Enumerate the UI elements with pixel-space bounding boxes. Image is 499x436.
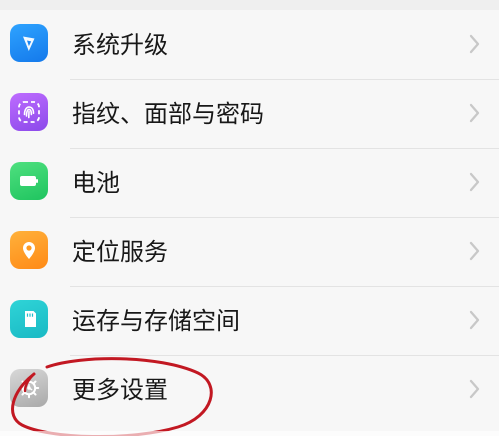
storage-label: 运存与存储空间 — [72, 307, 240, 335]
fingerprint-label: 指纹、面部与密码 — [72, 100, 264, 128]
settings-item-system-update[interactable]: 系统升级 — [0, 10, 499, 79]
more-settings-label: 更多设置 — [72, 376, 168, 404]
location-icon — [10, 231, 48, 269]
chevron-right-icon — [469, 171, 481, 193]
settings-item-storage[interactable]: 运存与存储空间 — [0, 286, 499, 355]
chevron-right-icon — [469, 102, 481, 124]
settings-item-location[interactable]: 定位服务 — [0, 217, 499, 286]
battery-icon-graphic — [20, 176, 38, 186]
system-update-label: 系统升级 — [72, 31, 168, 59]
gear-icon-graphic — [18, 377, 40, 399]
system-update-icon-graphic — [23, 36, 35, 51]
settings-item-more-settings[interactable]: 更多设置 — [0, 355, 499, 424]
bottom-edge — [0, 431, 499, 436]
location-icon-graphic — [23, 242, 35, 259]
gear-icon — [10, 369, 48, 407]
fingerprint-icon-graphic — [18, 101, 40, 123]
location-label: 定位服务 — [72, 238, 168, 266]
top-spacer — [0, 0, 499, 10]
settings-item-fingerprint[interactable]: 指纹、面部与密码 — [0, 79, 499, 148]
chevron-right-icon — [469, 240, 481, 262]
battery-icon — [10, 162, 48, 200]
settings-screen: 系统升级 指纹、面部与密码 电池 定位服务 运存与存储空间 更多设置 — [0, 0, 499, 436]
chevron-right-icon — [469, 309, 481, 331]
storage-icon-graphic — [25, 311, 36, 327]
settings-list: 系统升级 指纹、面部与密码 电池 定位服务 运存与存储空间 更多设置 — [0, 10, 499, 424]
settings-item-battery[interactable]: 电池 — [0, 148, 499, 217]
chevron-right-icon — [469, 378, 481, 400]
system-update-icon — [10, 24, 48, 62]
chevron-right-icon — [469, 33, 481, 55]
fingerprint-icon — [10, 93, 48, 131]
battery-label: 电池 — [72, 169, 120, 197]
storage-icon — [10, 300, 48, 338]
